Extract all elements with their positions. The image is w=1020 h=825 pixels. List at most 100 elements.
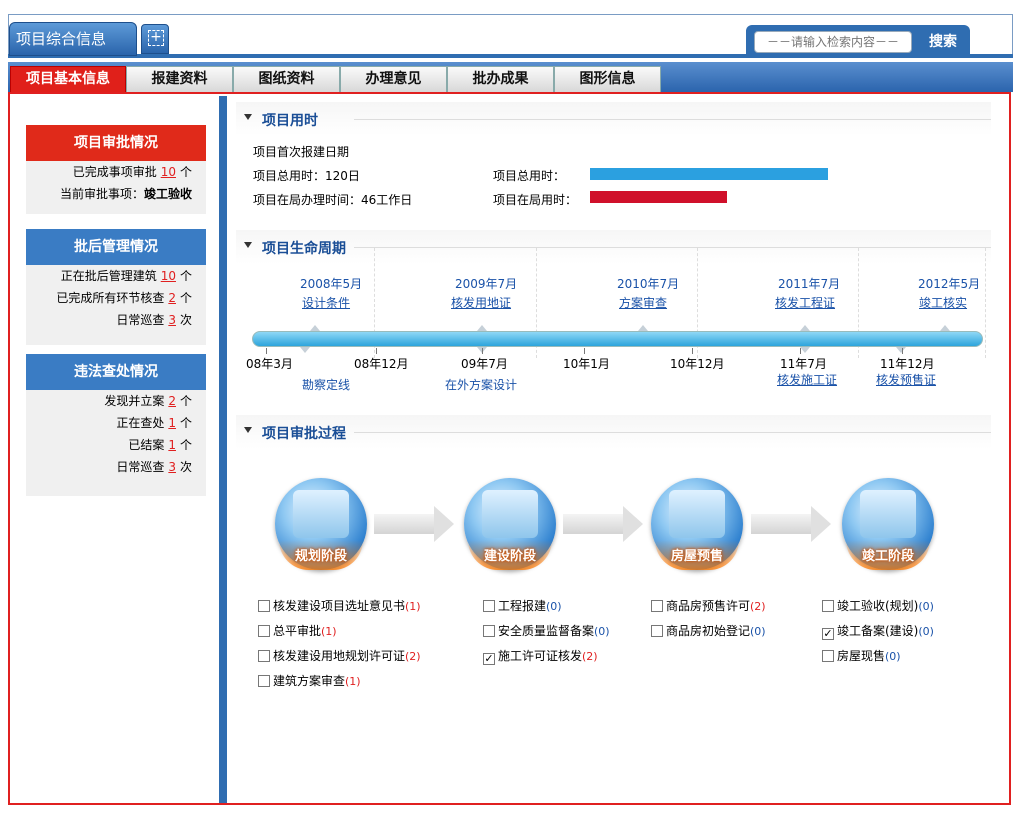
post-mgmt-count[interactable]: 3 [164,313,180,327]
tab-basic-info[interactable]: 项目基本信息 [10,66,126,92]
post-mgmt-title: 批后管理情况 [26,229,206,265]
office-bar-label: 项目在局用时： [493,193,578,207]
violation-row: 发现并立案 2 个 [104,394,192,408]
stage-construction[interactable]: 建设阶段 [464,478,556,570]
stage-presale[interactable]: 房屋预售 [651,478,743,570]
checkbox[interactable] [258,625,270,637]
timeline-link[interactable]: 核发施工证 [777,371,837,388]
tab-results[interactable]: 批办成果 [447,66,554,92]
nav-tabs: 项目基本信息 报建资料 图纸资料 办理意见 批办成果 图形信息 [10,66,661,92]
timeline-date: 08年3月 [246,357,293,371]
post-mgmt-count[interactable]: 2 [164,291,180,305]
milestone-link[interactable]: 竣工核实 [919,294,967,311]
violation-count[interactable]: 3 [164,460,180,474]
checkbox[interactable] [258,675,270,687]
tab-application-docs[interactable]: 报建资料 [126,66,233,92]
panel-splitter[interactable] [219,96,227,803]
tab-drawings[interactable]: 图纸资料 [233,66,340,92]
plus-icon: + [148,30,164,46]
milestone-date: 2008年5月 [300,277,363,291]
checkbox[interactable] [822,600,834,612]
stage-completion[interactable]: 竣工阶段 [842,478,934,570]
approval-box: 项目审批情况 已完成事项审批 10 个 当前审批事项：竣工验收 [26,125,206,214]
stage-label: 建设阶段 [483,549,536,564]
tab-project-info[interactable]: 项目综合信息 [9,22,137,56]
approval-count[interactable]: 10 [157,165,180,179]
stage-planning[interactable]: 规划阶段 [275,478,367,570]
milestone-link[interactable]: 核发用地证 [451,294,511,311]
checklist-item[interactable]: 核发建设项目选址意见书(1) [258,598,421,614]
violation-title: 违法查处情况 [26,354,206,390]
timeline-track [252,331,983,347]
checklist-item[interactable]: 竣工验收(规划)(0) [822,598,934,614]
approval-row: 已完成事项审批 10 个 [72,165,192,179]
milestone-link[interactable]: 方案审查 [619,294,667,311]
checklist-item[interactable]: 建筑方案审查(1) [258,673,361,689]
post-mgmt-count[interactable]: 10 [157,269,180,283]
checkbox[interactable] [651,625,663,637]
milestone-link[interactable]: 核发工程证 [775,294,835,311]
search-input[interactable] [754,31,912,53]
timeline-label: 在外方案设计 [445,378,518,392]
document-check-icon [669,490,725,538]
checkbox[interactable] [822,650,834,662]
section-lifecycle: 项目生命周期 [236,230,991,264]
section-project-time: 项目用时 [236,102,991,136]
collapse-triangle-icon[interactable] [244,242,252,248]
checklist-item[interactable]: 安全质量监督备案(0) [483,623,610,639]
checkbox[interactable] [651,600,663,612]
milestone-date: 2009年7月 [455,277,518,291]
tab-opinions[interactable]: 办理意见 [340,66,447,92]
collapse-triangle-icon[interactable] [244,114,252,120]
checklist-item[interactable]: 房屋现售(0) [822,648,901,664]
checkbox-checked[interactable]: ✓ [822,628,834,640]
milestone-date: 2011年7月 [778,277,841,291]
total-bar-label: 项目总用时： [493,169,566,183]
violation-count[interactable]: 1 [164,438,180,452]
violation-count[interactable]: 1 [164,416,180,430]
collapse-triangle-icon[interactable] [244,427,252,433]
timeline-date: 08年12月 [354,357,409,371]
office-time-bar [590,191,727,203]
timeline-date: 11年12月 [880,357,935,371]
arrow-right-icon [563,506,643,542]
checklist-item[interactable]: ✓ 施工许可证核发(2) [483,648,598,665]
checkbox-checked[interactable]: ✓ [483,653,495,665]
milestone-date: 2012年5月 [918,277,981,291]
tab-graphics[interactable]: 图形信息 [554,66,661,92]
checklist-item[interactable]: ✓ 竣工备案(建设)(0) [822,623,934,640]
timeline-link[interactable]: 核发预售证 [876,371,936,388]
arrow-right-icon [751,506,831,542]
checkbox[interactable] [258,600,270,612]
stage-label: 竣工阶段 [861,549,914,564]
violation-count[interactable]: 2 [164,394,180,408]
checklist-item[interactable]: 商品房初始登记(0) [651,623,766,639]
post-mgmt-row: 正在批后管理建筑 10 个 [60,269,192,283]
checklist-item[interactable]: 总平审批(1) [258,623,337,639]
section-approval-process: 项目审批过程 [236,415,991,449]
stage-label: 房屋预售 [670,549,723,564]
buildings-icon [860,490,916,538]
timeline-date: 10年1月 [563,357,610,371]
timeline-label: 勘察定线 [302,378,351,392]
post-mgmt-box: 批后管理情况 正在批后管理建筑 10 个 已完成所有环节核查 2 个 日常巡查 3 次 [26,229,206,345]
post-mgmt-row: 已完成所有环节核查 2 个 [56,291,192,305]
checklist-item[interactable]: 工程报建(0) [483,598,562,614]
crane-icon [482,490,538,538]
checklist-item[interactable]: 核发建设用地规划许可证(2) [258,648,421,664]
timeline-date: 09年7月 [461,357,508,371]
checkbox[interactable] [483,625,495,637]
current-approval: 当前审批事项：竣工验收 [59,187,192,201]
office-time-text: 项目在局办理时间：46工作日 [253,193,413,207]
timeline-date: 11年7月 [780,357,827,371]
section-title: 项目生命周期 [262,241,346,257]
milestone-link[interactable]: 设计条件 [302,294,350,311]
search-button[interactable]: 搜索 [918,31,968,53]
blueprint-icon [293,490,349,538]
add-tab-button[interactable]: + [141,24,169,54]
checklist-item[interactable]: 商品房预售许可(2) [651,598,766,614]
violation-box: 违法查处情况 发现并立案 2 个 正在查处 1 个 已结案 1 个 日常巡查 3 次 [26,354,206,496]
milestone-date: 2010年7月 [617,277,680,291]
checkbox[interactable] [483,600,495,612]
checkbox[interactable] [258,650,270,662]
